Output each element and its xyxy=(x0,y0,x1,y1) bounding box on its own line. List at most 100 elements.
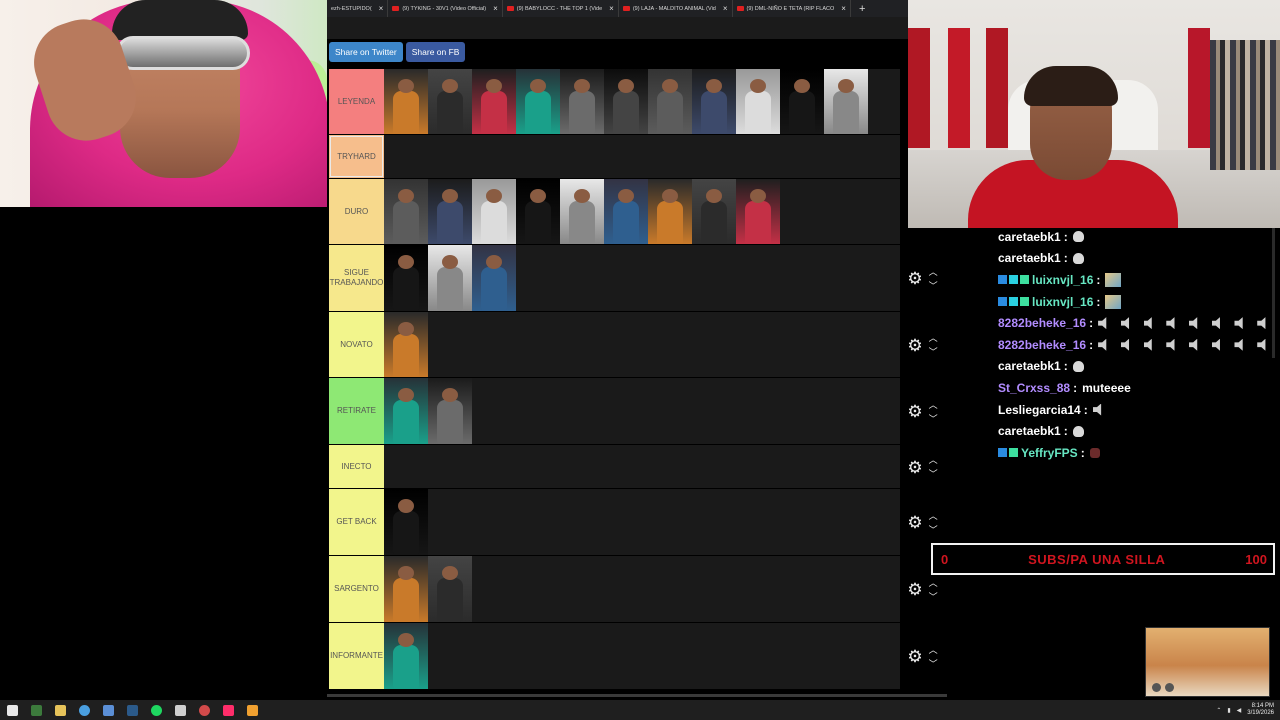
browser-tab[interactable]: (9) BABYLOCC - THE TOP 1 (Vide × xyxy=(503,0,619,17)
chat-username[interactable]: caretaebk1 xyxy=(998,230,1061,244)
tier-label[interactable]: INECTO xyxy=(329,445,384,488)
chevron-down-icon[interactable]: ﹀ xyxy=(929,523,938,537)
rapper-thumbnail[interactable] xyxy=(692,69,736,134)
tier-label[interactable]: DURO xyxy=(329,179,384,244)
rapper-thumbnail[interactable] xyxy=(736,69,780,134)
obs-icon[interactable] xyxy=(192,700,216,720)
tier-label[interactable]: LEYENDA xyxy=(329,69,384,134)
gear-icon[interactable]: ⚙ xyxy=(907,403,922,420)
rapper-thumbnail[interactable] xyxy=(384,378,428,444)
chevron-down-icon[interactable]: ﹀ xyxy=(929,279,938,293)
horizontal-scrollbar[interactable] xyxy=(327,694,947,697)
rapper-thumbnail[interactable] xyxy=(692,179,736,244)
browser-tab[interactable]: ezh-ESTUPIDO(× xyxy=(327,0,389,17)
close-tab-icon[interactable]: × xyxy=(379,4,384,13)
chat-username[interactable]: St_Crxss_88 xyxy=(998,381,1070,395)
tier-label[interactable]: NOVATO xyxy=(329,312,384,377)
gear-icon[interactable]: ⚙ xyxy=(907,648,922,665)
share-twitter-button[interactable]: Share on Twitter xyxy=(329,42,403,62)
pen-icon[interactable] xyxy=(168,700,192,720)
windows-start-icon[interactable] xyxy=(0,700,24,720)
volume-icon[interactable]: ◀ xyxy=(1237,707,1242,714)
gear-icon[interactable]: ⚙ xyxy=(907,581,922,598)
gear-icon[interactable]: ⚙ xyxy=(907,337,922,354)
tier-label[interactable]: INFORMANTE xyxy=(329,623,384,689)
rapper-thumbnail[interactable] xyxy=(648,69,692,134)
rapper-thumbnail[interactable] xyxy=(384,489,428,555)
rapper-thumbnail[interactable] xyxy=(516,179,560,244)
close-tab-icon[interactable]: × xyxy=(841,4,846,13)
rapper-thumbnail[interactable] xyxy=(472,245,516,311)
rapper-thumbnail[interactable] xyxy=(384,179,428,244)
chrome-icon[interactable] xyxy=(72,700,96,720)
rapper-thumbnail[interactable] xyxy=(736,179,780,244)
chevron-up-icon[interactable]: ︿ xyxy=(929,509,938,523)
rapper-thumbnail[interactable] xyxy=(604,179,648,244)
tier-label[interactable]: SARGENTO xyxy=(329,556,384,622)
terminal-icon[interactable] xyxy=(24,700,48,720)
close-tab-icon[interactable]: × xyxy=(723,4,728,13)
tier-label[interactable]: SIGUE TRABAJANDO xyxy=(329,245,384,311)
rapper-thumbnail[interactable] xyxy=(384,556,428,622)
share-fb-button[interactable]: Share on FB xyxy=(405,42,466,62)
chevron-up-icon[interactable]: ︿ xyxy=(929,265,938,279)
rapper-thumbnail[interactable] xyxy=(604,69,648,134)
gear-icon[interactable]: ⚙ xyxy=(907,459,922,476)
rapper-thumbnail[interactable] xyxy=(472,179,516,244)
chat-username[interactable]: Lesliegarcia14 xyxy=(998,403,1081,417)
chevron-down-icon[interactable]: ﹀ xyxy=(929,345,938,359)
browser-tab[interactable]: (9) DML-NIÑO E TETA (RIP FLACO × xyxy=(733,0,851,17)
app-icon[interactable] xyxy=(240,700,264,720)
tier-label[interactable]: RETIRATE xyxy=(329,378,384,444)
rapper-thumbnail[interactable] xyxy=(428,69,472,134)
rapper-thumbnail[interactable] xyxy=(648,179,692,244)
rapper-thumbnail[interactable] xyxy=(384,623,428,689)
chat-username[interactable]: luixnvjl_16 xyxy=(1032,295,1093,309)
rapper-thumbnail[interactable] xyxy=(560,179,604,244)
close-tab-icon[interactable]: × xyxy=(609,4,614,13)
rapper-thumbnail[interactable] xyxy=(560,69,604,134)
chat-username[interactable]: luixnvjl_16 xyxy=(1032,273,1093,287)
chevron-up-icon[interactable]: ︿ xyxy=(929,398,938,412)
gear-icon[interactable]: ⚙ xyxy=(907,270,922,287)
rapper-thumbnail[interactable] xyxy=(428,179,472,244)
rapper-thumbnail[interactable] xyxy=(824,69,868,134)
chat-username[interactable]: caretaebk1 xyxy=(998,359,1061,373)
chevron-up-icon[interactable]: ︿ xyxy=(929,643,938,657)
browser-tab[interactable]: (9) TYKING - 30V1 (Video Official) × xyxy=(388,0,503,17)
chevron-down-icon[interactable]: ﹀ xyxy=(929,412,938,426)
rapper-thumbnail[interactable] xyxy=(780,69,824,134)
close-tab-icon[interactable]: × xyxy=(493,4,498,13)
browser-tab[interactable]: (9) LAJA - MALDITO ANIMAL (Vid × xyxy=(619,0,733,17)
rapper-thumbnail[interactable] xyxy=(384,245,428,311)
tiktok-icon[interactable] xyxy=(216,700,240,720)
rapper-thumbnail[interactable] xyxy=(428,378,472,444)
chat-username[interactable]: caretaebk1 xyxy=(998,424,1061,438)
rapper-thumbnail[interactable] xyxy=(384,69,428,134)
steam-icon[interactable] xyxy=(120,700,144,720)
tier-label[interactable]: TRYHARD xyxy=(329,135,384,178)
chevron-down-icon[interactable]: ﹀ xyxy=(929,657,938,671)
play-icon[interactable] xyxy=(1152,683,1161,692)
file-explorer-icon[interactable] xyxy=(48,700,72,720)
rapper-thumbnail[interactable] xyxy=(516,69,560,134)
chat-username[interactable]: 8282beheke_16 xyxy=(998,338,1086,352)
chat-username[interactable]: caretaebk1 xyxy=(998,251,1061,265)
gear-icon[interactable]: ⚙ xyxy=(907,514,922,531)
rapper-thumbnail[interactable] xyxy=(384,312,428,377)
new-tab-icon[interactable]: + xyxy=(851,3,873,15)
clock[interactable]: 8:14 PM 3/19/2026 xyxy=(1247,703,1274,717)
rapper-thumbnail[interactable] xyxy=(428,245,472,311)
rapper-thumbnail[interactable] xyxy=(428,556,472,622)
video-overlay-thumbnail[interactable] xyxy=(1145,627,1270,697)
chevron-down-icon[interactable]: ﹀ xyxy=(929,590,938,604)
tier-label[interactable]: GET BACK xyxy=(329,489,384,555)
chevron-up-icon[interactable]: ︿ xyxy=(929,576,938,590)
chevron-up-icon[interactable]: ︿ xyxy=(929,331,938,345)
chevron-down-icon[interactable]: ﹀ xyxy=(929,467,938,481)
chat-username[interactable]: YeffryFPS xyxy=(1021,446,1078,460)
chevron-up-icon[interactable]: ⌃ xyxy=(1216,707,1221,714)
network-icon[interactable]: ▮ xyxy=(1227,707,1230,714)
rapper-thumbnail[interactable] xyxy=(472,69,516,134)
chevron-up-icon[interactable]: ︿ xyxy=(929,453,938,467)
